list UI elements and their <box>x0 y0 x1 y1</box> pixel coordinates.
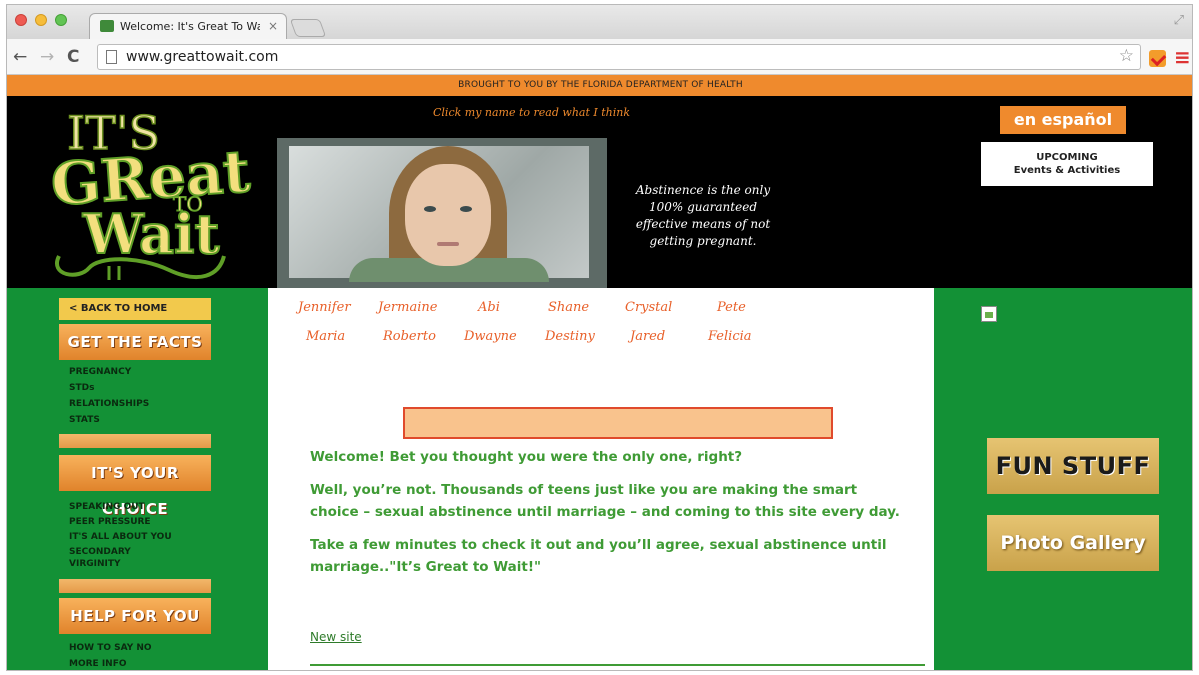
sponsor-bar: BROUGHT TO YOU BY THE FLORIDA DEPARTMENT… <box>7 75 1192 96</box>
nav-divider <box>59 579 211 593</box>
abstinence-quote: Abstinence is the only 100% guaranteed e… <box>635 183 771 248</box>
facts-links: PREGNANCY STDs RELATIONSHIPS STATS <box>69 364 149 428</box>
site-favicon-icon <box>100 20 114 32</box>
fullscreen-icon[interactable]: ⤢ <box>1174 13 1184 28</box>
upcoming-line1: UPCOMING <box>1036 152 1098 163</box>
link-peer-pressure[interactable]: PEER PRESSURE <box>69 515 172 530</box>
link-speaking-out[interactable]: SPEAKING OUT <box>69 500 172 515</box>
its-your-choice-button[interactable]: IT'S YOUR CHOICE <box>59 455 211 518</box>
forward-arrow-icon[interactable]: → <box>40 47 54 67</box>
name-link[interactable]: Shane <box>548 300 589 315</box>
get-the-facts-button[interactable]: GET THE FACTS <box>59 324 211 360</box>
link-stats[interactable]: STATS <box>69 412 149 428</box>
extension-icon[interactable] <box>1149 50 1166 67</box>
welcome-paragraph: Take a few minutes to check it out and y… <box>310 537 887 575</box>
highlight-box <box>403 407 833 439</box>
site-logo[interactable]: IT'S GReat TO Wait <box>43 105 253 281</box>
new-site-link[interactable]: New site <box>310 630 362 644</box>
welcome-text: Welcome! Bet you thought you were the on… <box>310 446 910 589</box>
link-pregnancy[interactable]: PREGNANCY <box>69 364 149 380</box>
url-text[interactable]: www.greattowait.com <box>126 49 278 65</box>
name-link[interactable]: Dwayne <box>464 329 517 344</box>
upcoming-line2: Events & Activities <box>1013 165 1121 176</box>
broken-image-icon <box>981 306 997 322</box>
name-link[interactable]: Abi <box>478 300 500 315</box>
nav-divider <box>59 434 211 448</box>
name-link[interactable]: Felicia <box>708 329 752 344</box>
name-link[interactable]: Jermaine <box>378 300 437 315</box>
link-how-to-say-no[interactable]: HOW TO SAY NO <box>69 640 152 656</box>
tab-close-icon[interactable]: × <box>268 19 278 33</box>
link-secondary-line1: SECONDARY <box>69 547 131 557</box>
reload-icon[interactable]: C <box>67 47 79 67</box>
name-prompt: Click my name to read what I think <box>433 106 630 119</box>
bookmark-star-icon[interactable]: ☆ <box>1119 46 1134 66</box>
main-content: Jennifer Jermaine Abi Shane Crystal Pete… <box>268 288 934 670</box>
back-arrow-icon[interactable]: ← <box>13 47 27 67</box>
link-stds[interactable]: STDs <box>69 380 149 396</box>
link-secondary-line2: VIRGINITY <box>69 559 121 569</box>
fun-stuff-button[interactable]: FUN STUFF <box>987 438 1159 494</box>
name-link[interactable]: Destiny <box>545 329 595 344</box>
hero-photo <box>277 138 607 288</box>
link-secondary-virginity[interactable]: SECONDARY VIRGINITY <box>69 548 172 569</box>
address-bar[interactable]: www.greattowait.com ☆ <box>97 44 1141 70</box>
window-minimize-button[interactable] <box>35 14 47 26</box>
link-relationships[interactable]: RELATIONSHIPS <box>69 396 149 412</box>
site-header: IT'S GReat TO Wait Click my name to read… <box>7 96 1192 288</box>
name-link[interactable]: Pete <box>717 300 746 315</box>
content-divider <box>310 664 925 666</box>
help-for-you-button[interactable]: HELP FOR YOU <box>59 598 211 634</box>
espanol-button[interactable]: en español <box>1000 106 1126 134</box>
name-link[interactable]: Maria <box>306 329 345 344</box>
window-maximize-button[interactable] <box>55 14 67 26</box>
web-page: BROUGHT TO YOU BY THE FLORIDA DEPARTMENT… <box>7 75 1192 670</box>
upcoming-events-button[interactable]: UPCOMING Events & Activities <box>981 142 1153 186</box>
name-link[interactable]: Jared <box>630 329 665 344</box>
back-to-home-button[interactable]: < BACK TO HOME <box>59 298 211 320</box>
page-icon <box>106 50 117 64</box>
help-links: HOW TO SAY NO MORE INFO <box>69 640 152 670</box>
tab-welcome[interactable]: Welcome: It's Great To Wa × <box>89 13 287 39</box>
browser-window: Welcome: It's Great To Wa × ⤢ ← → C www.… <box>6 4 1193 671</box>
new-tab-button[interactable] <box>289 19 327 37</box>
window-close-button[interactable] <box>15 14 27 26</box>
welcome-paragraph: Welcome! Bet you thought you were the on… <box>310 449 743 465</box>
photo-gallery-button[interactable]: Photo Gallery <box>987 515 1159 571</box>
browser-toolbar: ← → C www.greattowait.com ☆ ≡ <box>7 39 1192 75</box>
name-link[interactable]: Crystal <box>625 300 672 315</box>
logo-swirl-icon <box>55 255 226 280</box>
tab-title: Welcome: It's Great To Wa <box>120 20 260 33</box>
welcome-paragraph: Well, you’re not. Thousands of teens jus… <box>310 482 900 520</box>
name-link[interactable]: Jennifer <box>298 300 351 315</box>
link-all-about-you[interactable]: IT'S ALL ABOUT YOU <box>69 530 172 545</box>
tab-strip: Welcome: It's Great To Wa × ⤢ <box>7 5 1192 39</box>
left-sidebar: < BACK TO HOME GET THE FACTS PREGNANCY S… <box>7 288 268 670</box>
browser-menu-icon[interactable]: ≡ <box>1174 45 1191 69</box>
name-link[interactable]: Roberto <box>383 329 436 344</box>
link-more-info[interactable]: MORE INFO <box>69 656 152 670</box>
choice-links: SPEAKING OUT PEER PRESSURE IT'S ALL ABOU… <box>69 500 172 569</box>
right-sidebar: FUN STUFF Photo Gallery <box>934 288 1192 670</box>
